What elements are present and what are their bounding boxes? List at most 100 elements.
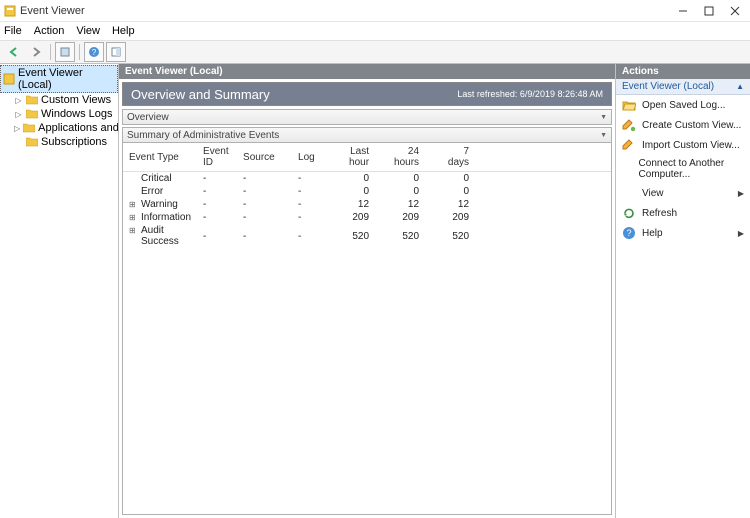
table-row[interactable]: Critical---000 bbox=[123, 172, 611, 186]
blank-icon bbox=[622, 162, 633, 176]
properties-button[interactable] bbox=[55, 42, 75, 62]
nav-tree: Event Viewer (Local) ▷ Custom Views ▷ Windo… bbox=[0, 64, 119, 518]
nav-item[interactable]: ▷Applications and Services Lo bbox=[0, 121, 118, 135]
blank-icon bbox=[622, 186, 636, 200]
h24: 209 bbox=[387, 211, 437, 224]
expand-icon[interactable]: ▷ bbox=[14, 96, 23, 105]
col-event-type[interactable]: Event Type bbox=[123, 143, 197, 172]
overview-label: Overview bbox=[127, 112, 169, 123]
help-button[interactable]: ? bbox=[84, 42, 104, 62]
action-item[interactable]: Open Saved Log... bbox=[616, 95, 750, 115]
svg-text:?: ? bbox=[92, 48, 97, 57]
forward-button[interactable] bbox=[26, 42, 46, 62]
action-pane-button[interactable] bbox=[106, 42, 126, 62]
event-id: - bbox=[197, 224, 237, 248]
col-24-hours[interactable]: 24 hours bbox=[387, 143, 437, 172]
nav-item[interactable]: ▷ Windows Logs bbox=[0, 107, 118, 121]
expand-icon[interactable]: ⊞ bbox=[129, 226, 138, 235]
overview-section[interactable]: Overview ▼ bbox=[122, 109, 612, 125]
open-icon bbox=[622, 98, 636, 112]
last-hour: 0 bbox=[332, 172, 387, 186]
chevron-down-icon: ▼ bbox=[600, 132, 607, 139]
event-id: - bbox=[197, 198, 237, 211]
action-label: Create Custom View... bbox=[642, 120, 741, 131]
nav-root[interactable]: Event Viewer (Local) bbox=[0, 65, 118, 93]
last-hour: 209 bbox=[332, 211, 387, 224]
create-icon bbox=[622, 118, 636, 132]
col-event-id[interactable]: Event ID bbox=[197, 143, 237, 172]
maximize-button[interactable] bbox=[696, 1, 722, 21]
event-id: - bbox=[197, 211, 237, 224]
expand-icon[interactable]: ⊞ bbox=[129, 213, 138, 222]
d7: 12 bbox=[437, 198, 487, 211]
minimize-button[interactable] bbox=[670, 1, 696, 21]
expand-icon[interactable]: ⊞ bbox=[129, 200, 138, 209]
action-item[interactable]: View▶ bbox=[616, 183, 750, 203]
app-icon bbox=[4, 5, 16, 17]
d7: 0 bbox=[437, 172, 487, 186]
menu-view[interactable]: View bbox=[76, 25, 100, 37]
back-button[interactable] bbox=[4, 42, 24, 62]
nav-item[interactable]: ▷ Custom Views bbox=[0, 93, 118, 107]
menubar: File Action View Help bbox=[0, 22, 750, 40]
event-viewer-icon bbox=[3, 73, 15, 85]
d7: 520 bbox=[437, 224, 487, 248]
help-icon: ? bbox=[622, 226, 636, 240]
last-hour: 520 bbox=[332, 224, 387, 248]
import-icon bbox=[622, 138, 636, 152]
action-item[interactable]: Connect to Another Computer... bbox=[616, 155, 750, 183]
d7: 0 bbox=[437, 185, 487, 198]
expand-icon[interactable]: ▷ bbox=[14, 110, 23, 119]
event-type: Information bbox=[141, 212, 191, 223]
center-header: Event Viewer (Local) bbox=[119, 64, 615, 79]
summary-section[interactable]: Summary of Administrative Events ▼ bbox=[122, 127, 612, 143]
h24: 0 bbox=[387, 172, 437, 186]
action-item[interactable]: ?Help▶ bbox=[616, 223, 750, 243]
col-last-hour[interactable]: Last hour bbox=[332, 143, 387, 172]
collapse-icon: ▲ bbox=[736, 82, 744, 91]
nav-item-label: Windows Logs bbox=[41, 108, 113, 120]
d7: 209 bbox=[437, 211, 487, 224]
table-row[interactable]: ⊞Audit Success---520520520 bbox=[123, 224, 611, 248]
action-label: Help bbox=[642, 228, 663, 239]
h24: 520 bbox=[387, 224, 437, 248]
col-7-days[interactable]: 7 days bbox=[437, 143, 487, 172]
h24: 0 bbox=[387, 185, 437, 198]
actions-header: Actions bbox=[616, 64, 750, 79]
col-source[interactable]: Source bbox=[237, 143, 292, 172]
menu-help[interactable]: Help bbox=[112, 25, 135, 37]
last-refreshed: Last refreshed: 6/9/2019 8:26:48 AM bbox=[457, 89, 603, 99]
event-source: - bbox=[237, 224, 292, 248]
event-source: - bbox=[237, 185, 292, 198]
events-table-container: Event Type Event ID Source Log Last hour… bbox=[122, 143, 612, 515]
event-id: - bbox=[197, 185, 237, 198]
event-source: - bbox=[237, 172, 292, 186]
folder-icon bbox=[23, 122, 35, 134]
menu-action[interactable]: Action bbox=[34, 25, 65, 37]
action-item[interactable]: Import Custom View... bbox=[616, 135, 750, 155]
center-pane: Event Viewer (Local) Overview and Summar… bbox=[119, 64, 616, 518]
submenu-arrow-icon: ▶ bbox=[738, 189, 744, 198]
event-log: - bbox=[292, 198, 332, 211]
h24: 12 bbox=[387, 198, 437, 211]
menu-file[interactable]: File bbox=[4, 25, 22, 37]
toolbar: ? bbox=[0, 40, 750, 64]
action-item[interactable]: Create Custom View... bbox=[616, 115, 750, 135]
actions-sub-label: Event Viewer (Local) bbox=[622, 81, 714, 92]
nav-item-label: Custom Views bbox=[41, 94, 111, 106]
folder-icon bbox=[26, 108, 38, 120]
actions-subheader[interactable]: Event Viewer (Local) ▲ bbox=[616, 79, 750, 95]
event-type: Critical bbox=[141, 173, 172, 184]
expand-icon[interactable]: ▷ bbox=[14, 124, 20, 133]
titlebar: Event Viewer bbox=[0, 0, 750, 22]
event-id: - bbox=[197, 172, 237, 186]
table-row[interactable]: ⊞Warning---121212 bbox=[123, 198, 611, 211]
last-hour: 12 bbox=[332, 198, 387, 211]
action-item[interactable]: Refresh bbox=[616, 203, 750, 223]
close-button[interactable] bbox=[722, 1, 748, 21]
table-row[interactable]: ⊞Information---209209209 bbox=[123, 211, 611, 224]
window-title: Event Viewer bbox=[20, 5, 85, 17]
nav-item[interactable]: Subscriptions bbox=[0, 135, 118, 149]
col-log[interactable]: Log bbox=[292, 143, 332, 172]
table-row[interactable]: Error---000 bbox=[123, 185, 611, 198]
